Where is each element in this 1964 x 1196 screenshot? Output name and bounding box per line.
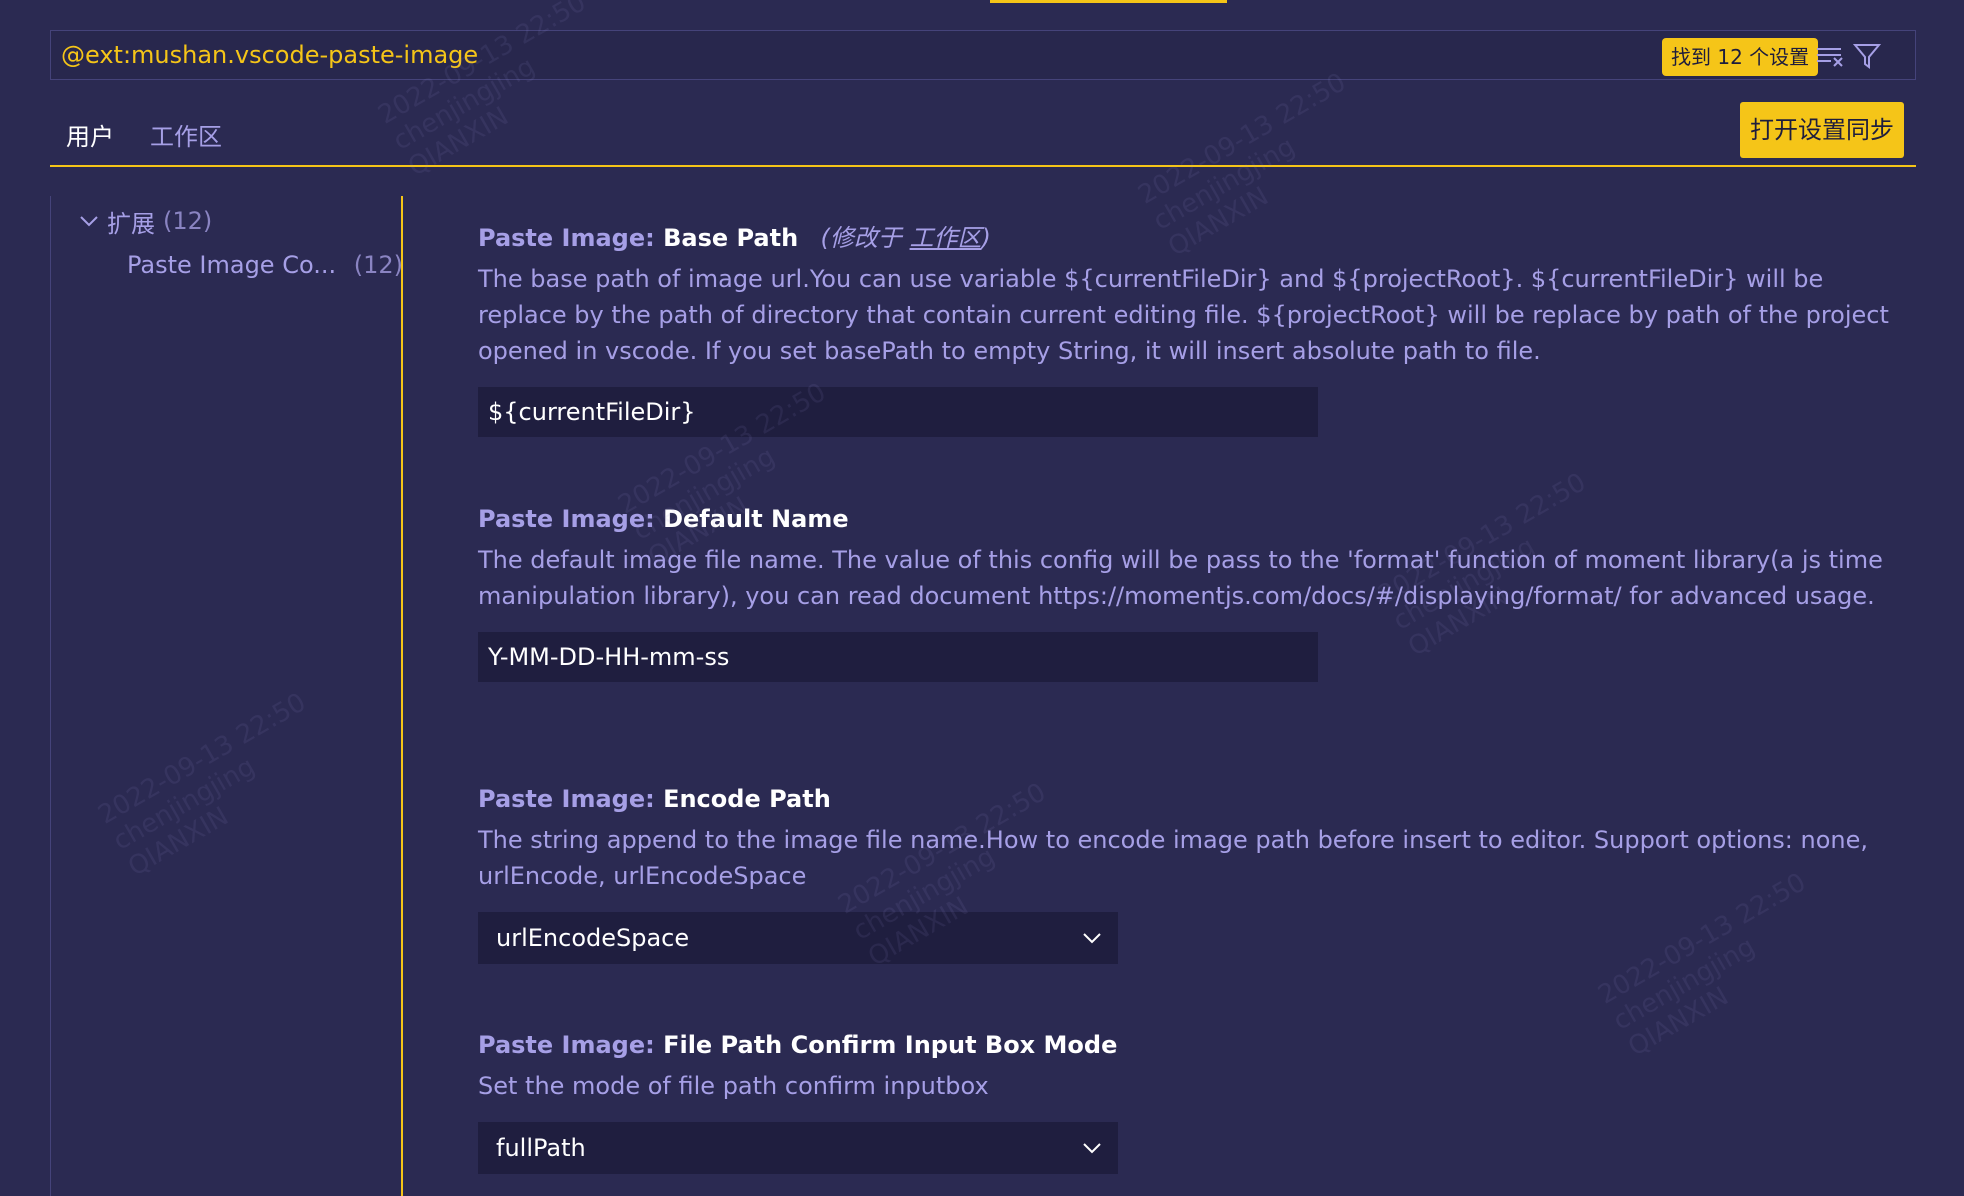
base-path-input[interactable]	[478, 387, 1318, 437]
toc-group-count: (12)	[163, 207, 213, 235]
tabs-divider	[50, 165, 1916, 167]
setting-description: The string append to the image file name…	[478, 826, 1869, 890]
setting-category: Paste Image:	[478, 785, 655, 813]
toc-focus-border	[401, 196, 403, 1196]
setting-category: Paste Image:	[478, 1031, 655, 1059]
tab-user[interactable]: 用户	[66, 120, 114, 154]
file-path-confirm-mode-select[interactable]: fullPath	[478, 1122, 1118, 1174]
turn-on-settings-sync-button[interactable]: 打开设置同步	[1740, 102, 1904, 158]
select-value: fullPath	[496, 1134, 586, 1162]
toc-group-label: 扩展	[107, 209, 155, 238]
settings-search-input[interactable]	[61, 31, 1361, 79]
toc-item-paste-image[interactable]: Paste Image Co... (12)	[127, 248, 403, 282]
setting-file-path-confirm-mode: Paste Image: File Path Confirm Input Box…	[478, 1028, 1898, 1174]
tab-workspace[interactable]: 工作区	[150, 120, 222, 154]
chevron-down-icon	[1083, 933, 1101, 944]
setting-category: Paste Image:	[478, 505, 655, 533]
setting-description: The base path of image url.You can use v…	[478, 265, 1889, 365]
settings-toc: 扩展 (12) Paste Image Co... (12)	[50, 196, 403, 1196]
chevron-down-icon	[80, 216, 98, 227]
setting-title: Paste Image: Encode Path	[478, 782, 1898, 816]
toc-group-extensions[interactable]: 扩展 (12)	[77, 204, 212, 238]
setting-default-name: Paste Image: Default Name The default im…	[478, 502, 1898, 682]
active-editor-indicator	[990, 0, 1227, 3]
clear-filter-icon[interactable]	[1814, 40, 1846, 72]
chevron-down-icon	[1083, 1143, 1101, 1154]
encode-path-select[interactable]: urlEncodeSpace	[478, 912, 1118, 964]
setting-title: Paste Image: File Path Confirm Input Box…	[478, 1028, 1898, 1062]
modified-in-workspace-link[interactable]: 工作区	[910, 224, 982, 252]
setting-title: Paste Image: Default Name	[478, 502, 1898, 536]
toc-item-label: Paste Image Co...	[127, 251, 337, 279]
watermark: 2022-09-13 22:50chenjingjingQIANXIN	[373, 0, 591, 183]
filter-icon[interactable]	[1851, 40, 1883, 72]
default-name-input[interactable]	[478, 632, 1318, 682]
setting-description: Set the mode of file path confirm inputb…	[478, 1072, 989, 1100]
setting-encode-path: Paste Image: Encode Path The string appe…	[478, 782, 1898, 964]
modified-indicator: (修改于 工作区)	[821, 224, 991, 252]
modified-suffix: )	[981, 224, 991, 252]
setting-description: The default image file name. The value o…	[478, 546, 1883, 610]
setting-name: Encode Path	[663, 785, 831, 813]
setting-name: Base Path	[663, 224, 799, 252]
setting-base-path: Paste Image: Base Path (修改于 工作区) The bas…	[478, 221, 1898, 437]
setting-category: Paste Image:	[478, 224, 655, 252]
modified-prefix: (修改于	[820, 224, 910, 252]
setting-name: Default Name	[663, 505, 849, 533]
setting-name: File Path Confirm Input Box Mode	[663, 1031, 1118, 1059]
select-value: urlEncodeSpace	[496, 924, 690, 952]
results-count-badge: 找到 12 个设置	[1662, 38, 1819, 76]
setting-title: Paste Image: Base Path (修改于 工作区)	[478, 221, 1898, 255]
toc-item-count: (12)	[353, 251, 403, 279]
settings-search-bar: 找到 12 个设置	[50, 30, 1916, 80]
